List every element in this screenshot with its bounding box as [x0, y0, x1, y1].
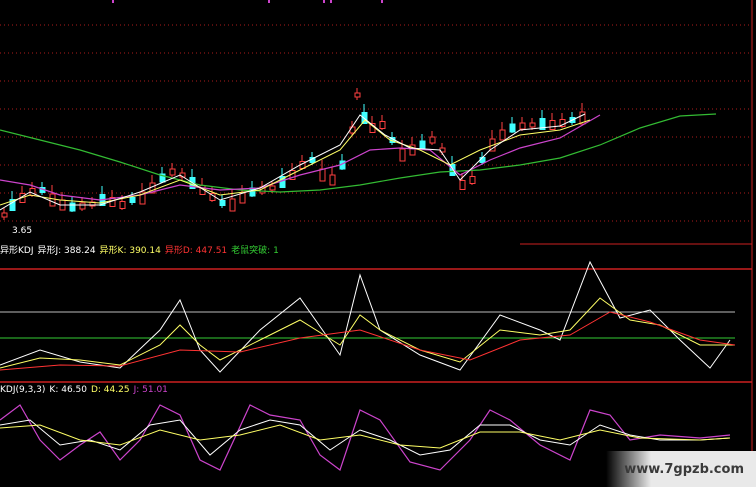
- candle-body: [354, 92, 361, 98]
- candle-body: [69, 202, 76, 212]
- custom-kdj-k-value: 异形K: 390.14: [99, 246, 161, 256]
- candle-body: [219, 200, 226, 206]
- candle-body: [549, 120, 556, 130]
- kdj-d-value: D: 44.25: [90, 385, 130, 395]
- candle-body: [249, 187, 256, 197]
- candle-body: [1, 212, 8, 218]
- candle-body: [429, 136, 436, 144]
- kdj-k-value: K: 46.50: [49, 385, 87, 395]
- watermark-text: www.7gpzb.com: [624, 461, 744, 477]
- kdj-header: KDJ(9,3,3) K: 46.50 D: 44.25 J: 51.01: [0, 385, 168, 396]
- top-marker: [330, 0, 332, 3]
- candle-body: [519, 122, 526, 130]
- candle-body: [529, 122, 536, 128]
- custom-kdj-d-value: 异形D: 447.51: [164, 246, 228, 256]
- candle-body: [129, 197, 136, 203]
- candle-body: [329, 174, 336, 186]
- candle-body: [269, 185, 276, 191]
- candle-body: [119, 201, 126, 209]
- candle-body: [459, 180, 466, 190]
- candle-body: [499, 129, 506, 141]
- candle-body: [319, 168, 326, 182]
- top-marker: [381, 0, 383, 3]
- candle-body: [479, 157, 486, 163]
- custom-kdj-j-line: [0, 260, 731, 373]
- kdj-title: KDJ(9,3,3): [0, 385, 46, 395]
- candle-body: [49, 193, 56, 207]
- kline-chart[interactable]: [0, 0, 756, 487]
- price-low-marker: 3.65: [12, 226, 33, 236]
- candle-body: [79, 202, 86, 210]
- custom-kdj-title: 异形KDJ: [0, 246, 34, 256]
- kdj-j-value: J: 51.01: [133, 385, 168, 395]
- candle-body: [469, 176, 476, 184]
- custom-kdj-j-value: 异形J: 388.24: [37, 246, 96, 256]
- candle-body: [229, 198, 236, 212]
- top-marker: [268, 0, 270, 3]
- candle-body: [509, 123, 516, 133]
- custom-kdj-header: 异形KDJ 异形J: 388.24 异形K: 390.14 异形D: 447.5…: [0, 246, 279, 257]
- candle-body: [399, 148, 406, 162]
- candle-body: [379, 121, 386, 129]
- site-watermark: www.7gpzb.com: [606, 451, 756, 487]
- kdj-k-line: [0, 419, 731, 456]
- top-marker: [323, 0, 325, 3]
- custom-kdj-signal-value: 老鼠突破: 1: [231, 246, 279, 256]
- candle-body: [169, 168, 176, 176]
- ma-line-white: [0, 113, 586, 211]
- ma-line-green: [0, 113, 717, 193]
- stock-chart-window: 3.65 异形KDJ 异形J: 388.24 异形K: 390.14 异形D: …: [0, 0, 756, 487]
- candle-body: [349, 126, 356, 134]
- candle-body: [419, 140, 426, 150]
- candle-body: [239, 192, 246, 204]
- top-marker: [112, 0, 114, 3]
